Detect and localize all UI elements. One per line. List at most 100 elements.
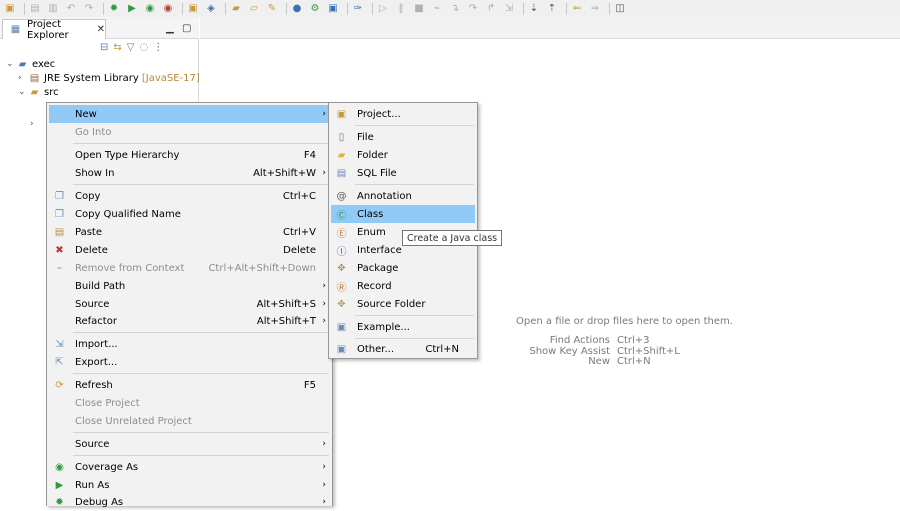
terminate-icon[interactable]: ■ (412, 3, 426, 15)
editor-action-keys: Ctrl+3 Ctrl+Shift+L Ctrl+N (617, 335, 680, 368)
resume-icon[interactable]: ▷ (376, 3, 390, 15)
editor-action-names: Find Actions Show Key Assist New (500, 335, 610, 368)
step-return-icon[interactable]: ↱ (484, 3, 498, 15)
submenu-item-other[interactable]: ▣ Other... Ctrl+N (331, 340, 475, 358)
menu-item-remove-from-context[interactable]: ⌁ Remove from Context Ctrl+Alt+Shift+Dow… (49, 259, 330, 277)
back-icon[interactable]: ⇐ (570, 3, 584, 15)
menu-item-copy-qualified-name[interactable]: ❐ Copy Qualified Name (49, 205, 330, 223)
menu-item-build-path[interactable]: Build Path › (49, 277, 330, 295)
submenu-item-folder[interactable]: ▰ Folder (331, 146, 475, 164)
step-into-icon[interactable]: ↴ (448, 3, 462, 15)
menu-item-label: Interface (357, 244, 402, 256)
menu-item-label: Show In (75, 167, 115, 179)
menu-item-run-as[interactable]: ▶ Run As › (49, 476, 330, 494)
tree-item-collapsed[interactable]: › (30, 117, 40, 131)
new-file-icon[interactable]: ▣ (3, 3, 17, 15)
disconnect-icon[interactable]: ⌁ (430, 3, 444, 15)
menu-item-source[interactable]: Source Alt+Shift+S › (49, 295, 330, 313)
submenu-arrow-icon: › (322, 480, 326, 490)
toolbar-separator (24, 2, 25, 15)
view-menu-icon[interactable]: ⋮ (153, 42, 163, 53)
perspective-icon[interactable]: ⚙ (308, 3, 322, 15)
menu-item-import[interactable]: ⇲ Import... (49, 335, 330, 353)
project-explorer-tab[interactable]: ▦ Project Explorer ✕ (2, 19, 106, 41)
maximize-view-icon[interactable]: ▢ (182, 23, 191, 34)
filter-icon[interactable]: ▽ (127, 42, 135, 53)
tree-item-label: src (44, 86, 59, 98)
tree-item-exec[interactable]: ⌄ ▰ exec (6, 57, 55, 71)
toolbar-separator (103, 2, 104, 15)
menu-item-delete[interactable]: ✖ Delete Delete (49, 241, 330, 259)
menu-item-source-submenu[interactable]: Source › (49, 435, 330, 453)
new-java-project-icon[interactable]: ▣ (186, 3, 200, 15)
menu-item-close-unrelated-project[interactable]: Close Unrelated Project (49, 412, 330, 430)
redo-icon[interactable]: ↷ (82, 3, 96, 15)
suspend-icon[interactable]: ‖ (394, 3, 408, 15)
submenu-arrow-icon: › (322, 439, 326, 449)
pin-icon[interactable]: ✑ (351, 3, 365, 15)
menu-item-debug-as[interactable]: ✹ Debug As › (49, 493, 330, 511)
annotation-next-icon[interactable]: ⇣ (527, 3, 541, 15)
menu-item-go-into[interactable]: Go Into (49, 123, 330, 141)
submenu-item-sql-file[interactable]: ▤ SQL File (331, 164, 475, 182)
drop-frame-icon[interactable]: ⇲ (502, 3, 516, 15)
forward-icon[interactable]: ⇒ (588, 3, 602, 15)
submenu-item-project[interactable]: ▣ Project... (331, 105, 475, 123)
open-type-icon[interactable]: ▱ (247, 3, 261, 15)
link-with-editor-icon[interactable]: ⇆ (113, 42, 121, 53)
submenu-item-record[interactable]: Ⓡ Record (331, 277, 475, 295)
paste-icon: ▤ (54, 226, 65, 238)
collapse-chevron-icon[interactable]: › (30, 119, 40, 129)
submenu-item-example[interactable]: ▣ Example... (331, 318, 475, 336)
expand-chevron-icon[interactable]: ⌄ (6, 59, 16, 69)
collapse-chevron-icon[interactable]: › (18, 73, 28, 83)
save-all-icon[interactable]: ▥ (46, 3, 60, 15)
submenu-item-annotation[interactable]: @ Annotation (331, 187, 475, 205)
menu-item-shortcut: Ctrl+N (425, 343, 459, 355)
tree-item-label: exec (32, 58, 56, 70)
menu-item-refresh[interactable]: ⟳ Refresh F5 (49, 376, 330, 394)
run-icon[interactable]: ▶ (125, 3, 139, 15)
search-icon[interactable]: ✎ (265, 3, 279, 15)
step-over-icon[interactable]: ↷ (466, 3, 480, 15)
submenu-item-source-folder[interactable]: ✥ Source Folder (331, 295, 475, 313)
minimize-icon[interactable]: ▁ (166, 23, 174, 34)
globe-icon[interactable]: ● (290, 3, 304, 15)
submenu-item-class[interactable]: Ⓒ Class (331, 205, 475, 223)
menu-item-export[interactable]: ⇱ Export... (49, 353, 330, 371)
menu-separator (73, 432, 329, 433)
menu-item-copy[interactable]: ❐ Copy Ctrl+C (49, 187, 330, 205)
annotation-prev-icon[interactable]: ⇡ (545, 3, 559, 15)
menu-item-shortcut: Delete (283, 244, 316, 256)
save-icon[interactable]: ▤ (28, 3, 42, 15)
menu-item-open-type-hierarchy[interactable]: Open Type Hierarchy F4 (49, 146, 330, 164)
menu-item-label: Run As (75, 479, 110, 491)
external-tools-icon[interactable]: ◉ (161, 3, 175, 15)
console-icon[interactable]: ▣ (326, 3, 340, 15)
close-icon[interactable]: ✕ (97, 24, 105, 35)
new-package-icon[interactable]: ◈ (204, 3, 218, 15)
focus-icon[interactable]: ◌ (139, 42, 148, 53)
maximize-icon[interactable]: ◫ (613, 3, 627, 15)
new-class-icon[interactable]: ▰ (229, 3, 243, 15)
submenu-item-file[interactable]: ▯ File (331, 128, 475, 146)
menu-item-coverage-as[interactable]: ◉ Coverage As › (49, 458, 330, 476)
toolbar-separator (523, 2, 524, 15)
menu-item-show-in[interactable]: Show In Alt+Shift+W › (49, 164, 330, 182)
menu-separator (73, 373, 329, 374)
menu-item-new[interactable]: New › (49, 105, 330, 123)
menu-separator (355, 184, 474, 185)
expand-chevron-icon[interactable]: ⌄ (18, 87, 28, 97)
coverage-icon[interactable]: ◉ (143, 3, 157, 15)
debug-icon[interactable]: ✹ (107, 3, 121, 15)
menu-item-close-project[interactable]: Close Project (49, 394, 330, 412)
tree-item-src[interactable]: ⌄ ▰ src (18, 85, 59, 99)
undo-icon[interactable]: ↶ (64, 3, 78, 15)
main-toolbar: ▣ ▤ ▥ ↶ ↷ ✹ ▶ ◉ ◉ ▣ ◈ ▰ ▱ ✎ ● ⚙ ▣ ✑ ▷ ‖ … (0, 0, 900, 17)
sql-file-icon: ▤ (336, 167, 347, 179)
tree-item-jre-library[interactable]: › ▤ JRE System Library [JavaSE-17] (18, 71, 200, 85)
menu-item-refactor[interactable]: Refactor Alt+Shift+T › (49, 312, 330, 330)
menu-item-paste[interactable]: ▤ Paste Ctrl+V (49, 223, 330, 241)
submenu-item-package[interactable]: ✥ Package (331, 259, 475, 277)
collapse-all-icon[interactable]: ⊟ (100, 42, 108, 53)
